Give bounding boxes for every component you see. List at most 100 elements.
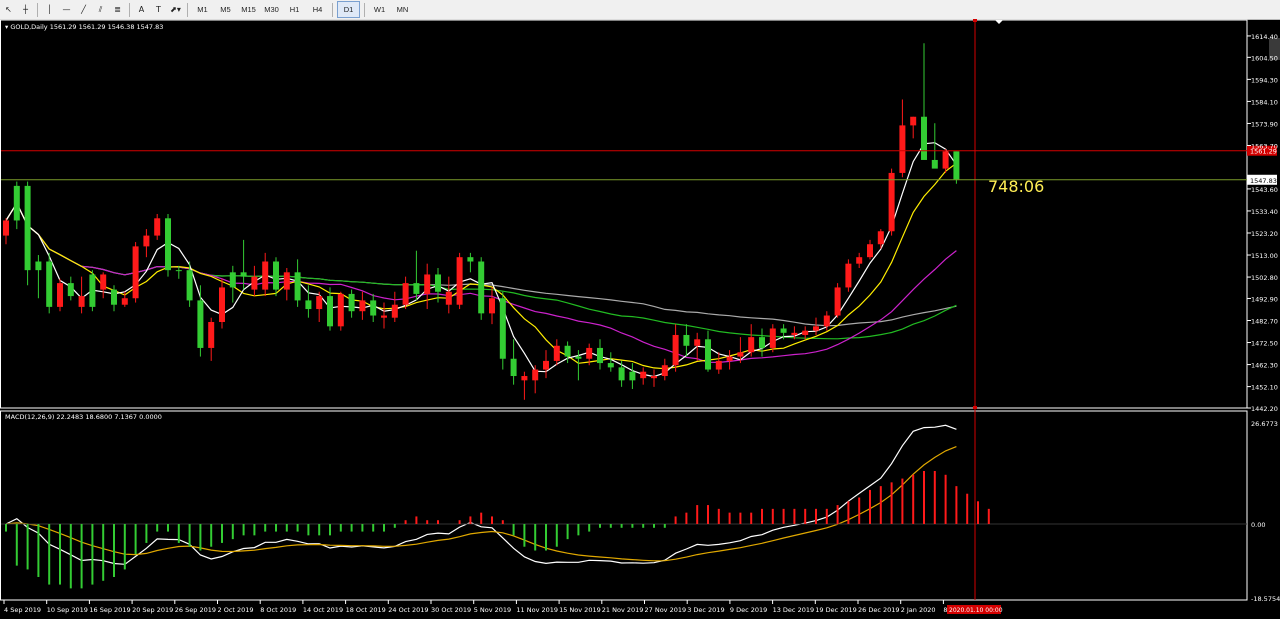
candle-body — [899, 125, 906, 173]
candle-body — [597, 347, 603, 364]
candle-body — [402, 283, 409, 305]
timeframe-w1[interactable]: W1 — [369, 2, 390, 17]
candle-body — [629, 371, 636, 381]
price-tick-label: 1472.50 — [1251, 340, 1278, 348]
price-tick-label: 1513.00 — [1251, 252, 1278, 260]
candle-body — [435, 274, 441, 292]
crosshair-icon[interactable]: ┼ — [18, 2, 33, 17]
text-tool-icon[interactable]: A — [134, 2, 149, 17]
candle-body — [208, 322, 215, 348]
fibonacci-icon[interactable]: ≣ — [110, 2, 125, 17]
date-tick-label: 26 Dec 2019 — [858, 606, 900, 614]
candle-body — [283, 272, 290, 290]
trendline-icon[interactable]: ╱ — [76, 2, 91, 17]
candle-body — [553, 345, 560, 361]
timeframe-m1[interactable]: M1 — [192, 2, 213, 17]
timeframe-mn[interactable]: MN — [392, 2, 413, 17]
channel-icon[interactable]: ⫽ — [93, 2, 108, 17]
date-tick-label: 9 Dec 2019 — [730, 606, 767, 614]
candle-body — [867, 244, 873, 258]
horizontal-line-icon[interactable]: — — [59, 2, 74, 17]
candle-body — [219, 287, 225, 323]
candle-body — [942, 151, 949, 169]
macd-panel-frame — [0, 410, 1248, 601]
candle-body — [197, 300, 204, 348]
date-tick-label: 3 Dec 2019 — [687, 606, 724, 614]
candle-body — [445, 291, 452, 305]
candle-body — [100, 274, 107, 290]
price-tick-label: 1614.40 — [1251, 33, 1278, 41]
cursor-handle-mid[interactable] — [973, 406, 977, 409]
candle-body — [132, 246, 139, 299]
candle-body — [575, 356, 582, 359]
date-tick-label: 21 Nov 2019 — [602, 606, 644, 614]
date-tick-label: 2 Jan 2020 — [901, 606, 936, 614]
price-tick-label: 1442.20 — [1251, 405, 1278, 413]
candle-body — [543, 360, 549, 370]
toolbar-separator — [187, 2, 188, 17]
cursor-handle-top[interactable] — [973, 19, 977, 22]
timeframe-m5[interactable]: M5 — [215, 2, 236, 17]
candle-body — [499, 298, 506, 359]
timeframe-m15[interactable]: M15 — [238, 2, 259, 17]
candle-body — [305, 300, 312, 310]
candle-body — [931, 159, 938, 169]
main-panel-frame — [0, 19, 1248, 409]
candle-body — [262, 261, 269, 290]
timeframe-h4[interactable]: H4 — [307, 2, 328, 17]
candle-body — [478, 261, 485, 314]
price-tick-label: 1482.70 — [1251, 317, 1278, 325]
candle-body — [35, 261, 42, 271]
candle-body — [89, 274, 96, 307]
date-tick-label: 4 Sep 2019 — [4, 606, 41, 614]
candle-body — [251, 276, 258, 290]
price-tick-label: 1594.30 — [1251, 76, 1278, 84]
candle-body — [532, 369, 539, 381]
macd-tick-label: 0.00 — [1251, 521, 1265, 529]
price-tick-label: 1502.80 — [1251, 274, 1278, 282]
candle-body — [111, 289, 117, 305]
date-tick-label: 15 Nov 2019 — [559, 606, 601, 614]
text-label-icon[interactable]: T — [151, 2, 166, 17]
cursor-arrow-icon[interactable]: ↖ — [1, 2, 16, 17]
macd-signal-line — [5, 446, 957, 562]
candle-body — [780, 328, 787, 333]
candle-body — [348, 293, 355, 312]
candle-body — [327, 296, 333, 327]
candle-body — [586, 347, 593, 359]
candle-body — [694, 339, 701, 346]
candle-body — [316, 296, 323, 310]
candle-body — [424, 274, 431, 294]
candle-body — [856, 257, 863, 264]
candle-body — [834, 287, 841, 316]
candle-body — [845, 263, 852, 288]
candle-body — [337, 293, 344, 327]
candle-body — [165, 218, 171, 271]
timeframe-m30[interactable]: M30 — [261, 2, 282, 17]
candle-body — [802, 330, 809, 335]
price-tick-label: 1462.30 — [1251, 362, 1278, 370]
candle-body — [510, 358, 517, 377]
chart-shift-marker-icon[interactable] — [995, 20, 1003, 24]
candle-body — [640, 371, 647, 379]
macd-indicator-label: MACD(12,26,9) 22.2483 18.6800 7.1367 0.0… — [5, 413, 162, 421]
candle-body — [154, 218, 161, 236]
macd-tick-label: -18.5754 — [1251, 595, 1280, 603]
price-tick-label: 1573.90 — [1251, 120, 1278, 128]
candle-body — [651, 376, 657, 379]
chart-area[interactable]: 1561.291547.83748:06▾ GOLD,Daily 1561.29… — [0, 19, 1280, 619]
vertical-line-icon[interactable]: │ — [42, 2, 57, 17]
date-tick-label: 16 Sep 2019 — [89, 606, 130, 614]
date-tick-label: 18 Oct 2019 — [346, 606, 386, 614]
candle-body — [467, 257, 474, 262]
toolbar-separator — [364, 2, 365, 17]
candle-body — [769, 328, 776, 348]
macd-main-line — [5, 424, 957, 565]
toolbar-separator — [332, 2, 333, 17]
candle-body — [791, 332, 798, 335]
candle-body — [672, 334, 679, 366]
shapes-dropdown-icon[interactable]: ⬈▾ — [168, 2, 183, 17]
timeframe-d1[interactable]: D1 — [337, 1, 360, 18]
date-tick-label: 14 Oct 2019 — [303, 606, 343, 614]
timeframe-h1[interactable]: H1 — [284, 2, 305, 17]
